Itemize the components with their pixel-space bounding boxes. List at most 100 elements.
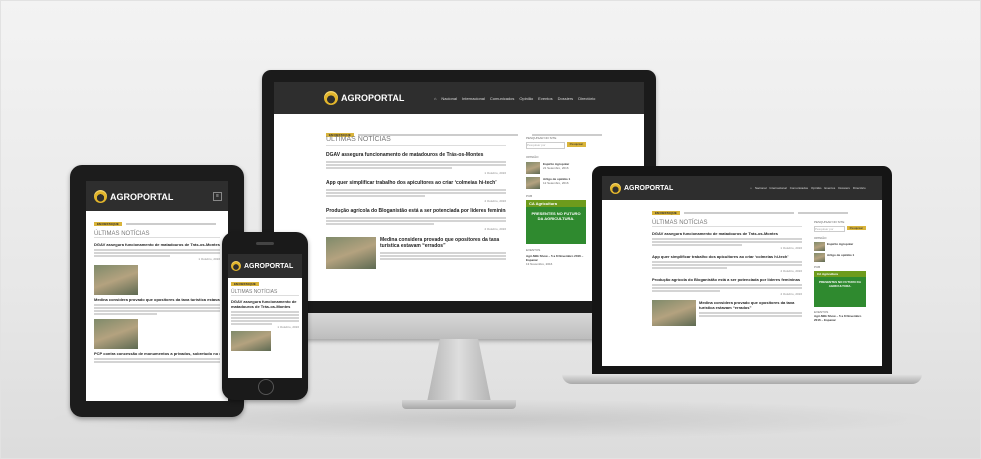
article: App quer simplificar trabalho dos apicul…	[652, 254, 802, 273]
section-title: ÚLTIMAS NOTÍCIAS	[326, 136, 506, 146]
article-excerpt	[231, 311, 299, 325]
main-nav: ⌂ Nacional Internacional Comunicados Opi…	[434, 96, 595, 101]
ad-banner[interactable]: CA Agricultura PRESENTES NO FUTURO DA AG…	[526, 200, 586, 244]
search-button[interactable]: Pesquisar	[846, 226, 866, 230]
article-title[interactable]: Produção agrícola do Bloganistão está a …	[326, 208, 506, 214]
ad-banner[interactable]: CA Agricultura PRESENTES NO FUTURO DA AG…	[814, 271, 866, 307]
nav-item[interactable]: Dossiers	[838, 186, 850, 190]
opinion-item: Artigo de opinião 1	[814, 253, 866, 262]
article-date: 1 Outubro, 2016	[484, 171, 506, 175]
article-title[interactable]: App quer simplificar trabalho dos apicul…	[326, 180, 506, 186]
nav-item[interactable]: Eventos	[824, 186, 835, 190]
site-header: AGROPORTAL ⌂ Nacional Internacional Comu…	[274, 82, 644, 114]
article-excerpt	[94, 358, 220, 363]
logo-icon	[610, 183, 621, 194]
nav-item[interactable]: Internacional	[462, 96, 485, 101]
sidebar: PESQUISAR NO SITE Pesquisar por Pesquisa…	[526, 136, 586, 266]
main-nav: ⌂ Nacional Internacional Comunicados Opi…	[750, 186, 866, 190]
article-thumbnail[interactable]	[94, 265, 138, 295]
event-item[interactable]: Agri-Milk Show – 5 a 8 Novembro 2016 – E…	[814, 314, 866, 322]
author-avatar[interactable]	[526, 177, 540, 189]
ad-title: CA Agricultura	[526, 200, 586, 207]
article: DGAV assegura funcionamento de matadouro…	[326, 152, 506, 175]
article: PCP contra concessão de monumentos a pri…	[94, 351, 220, 363]
ticker-text[interactable]	[125, 223, 216, 225]
menu-icon[interactable]: ≡	[213, 192, 222, 201]
main-column: ÚLTIMAS NOTÍCIAS DGAV assegura funcionam…	[326, 136, 506, 269]
site-logo[interactable]: AGROPORTAL	[231, 261, 293, 271]
speaker	[256, 242, 274, 245]
nav-item[interactable]: Dossiers	[558, 96, 574, 101]
site-header: AGROPORTAL ⌂ Nacional Internacional Comu…	[602, 176, 882, 200]
opinion-title[interactable]: Espírito Agropolar	[827, 242, 853, 246]
site-header: AGROPORTAL	[228, 254, 302, 278]
article-thumbnail[interactable]	[94, 319, 138, 349]
ad-label: PUB	[814, 265, 821, 269]
article-thumbnail[interactable]	[326, 237, 376, 269]
nav-item[interactable]: Opinião	[519, 96, 533, 101]
imac-base	[402, 400, 516, 409]
article-excerpt	[699, 312, 802, 317]
author-avatar[interactable]	[814, 253, 825, 262]
author-avatar[interactable]	[526, 162, 540, 174]
site-logo[interactable]: AGROPORTAL	[610, 183, 673, 194]
nav-item[interactable]: Internacional	[770, 186, 787, 190]
event-date: 13 Novembro, 2016	[526, 262, 553, 266]
article-title[interactable]: Medina considera provado que opositores …	[699, 300, 802, 310]
logo-icon	[94, 190, 107, 203]
article: App quer simplificar trabalho dos apicul…	[326, 180, 506, 203]
article-title[interactable]: Produção agrícola do Bloganistão está a …	[652, 277, 802, 282]
author-avatar[interactable]	[814, 242, 825, 251]
article: DGAV assegura funcionamento de matadouro…	[94, 242, 220, 261]
article: Medina considera provado que opositores …	[326, 237, 506, 269]
site-logo[interactable]: AGROPORTAL	[324, 91, 404, 105]
site-logo[interactable]: AGROPORTAL	[94, 190, 173, 203]
search-input[interactable]: Pesquisar por	[526, 142, 565, 149]
search-label: PESQUISAR NO SITE	[526, 136, 557, 140]
nav-item[interactable]: Comunicados	[790, 186, 808, 190]
article-title[interactable]: App quer simplificar trabalho dos apicul…	[652, 254, 802, 259]
home-icon[interactable]: ⌂	[750, 186, 752, 190]
article-title[interactable]: Medina considera provado que opositores …	[380, 237, 506, 249]
article-title[interactable]: DGAV assegura funcionamento de matadouro…	[652, 231, 802, 236]
search-button[interactable]: Pesquisar	[566, 142, 586, 147]
ticker-text[interactable]	[683, 211, 794, 214]
laptop-device: AGROPORTAL ⌂ Nacional Internacional Comu…	[562, 166, 922, 384]
article-date: 4 Outubro, 2016	[484, 227, 506, 231]
nav-item[interactable]: Eventos	[538, 96, 552, 101]
opinion-item: Espírito Agropolar 21 Setembro, 2016	[526, 162, 586, 174]
article: DGAV assegura funcionamento de matadouro…	[231, 299, 299, 329]
opinion-item: Artigo de opinião 1 12 Setembro, 2016	[526, 177, 586, 189]
logo-icon	[231, 261, 241, 271]
search-input[interactable]: Pesquisar por	[814, 226, 845, 232]
nav-item[interactable]: Opinião	[811, 186, 821, 190]
search-form: Pesquisar por Pesquisar	[526, 142, 586, 149]
article-title[interactable]: DGAV assegura funcionamento de matadouro…	[94, 242, 220, 247]
article-title[interactable]: Medina considera provado que opositores …	[94, 297, 220, 302]
article: Produção agrícola do Bloganistão está a …	[652, 277, 802, 296]
main-column: EM DESTAQUE ÚLTIMAS NOTÍCIAS DGAV assegu…	[228, 278, 302, 351]
article-date: 4 Outubro, 2016	[484, 199, 506, 203]
ticker-text[interactable]	[797, 211, 848, 214]
opinion-title[interactable]: Artigo de opinião 1	[827, 253, 854, 257]
article-date: 1 Outubro, 2016	[277, 325, 299, 329]
nav-item[interactable]: Nacional	[755, 186, 767, 190]
news-ticker: EM DESTAQUE	[652, 210, 882, 215]
ad-label: PUB	[526, 194, 533, 198]
nav-item[interactable]: Nacional	[441, 96, 457, 101]
logo-icon	[324, 91, 338, 105]
nav-item[interactable]: Directório	[853, 186, 866, 190]
article-title[interactable]: DGAV assegura funcionamento de matadouro…	[231, 299, 299, 309]
nav-item[interactable]: Comunicados	[490, 96, 514, 101]
article-title[interactable]: PCP contra concessão de monumentos a pri…	[94, 351, 220, 356]
article-excerpt	[380, 252, 506, 260]
article-title[interactable]: DGAV assegura funcionamento de matadouro…	[326, 152, 506, 158]
event-item[interactable]: Agri-Milk Show – 5 a 8 Novembro 2016 – E…	[526, 254, 586, 262]
home-button[interactable]	[258, 379, 274, 395]
article-thumbnail[interactable]	[652, 300, 696, 326]
article-excerpt	[94, 249, 220, 257]
nav-item[interactable]: Directório	[578, 96, 595, 101]
sidebar: PESQUISAR NO SITE Pesquisar por Pesquisa…	[814, 220, 866, 322]
home-icon[interactable]: ⌂	[434, 96, 436, 101]
article-thumbnail[interactable]	[231, 331, 271, 351]
